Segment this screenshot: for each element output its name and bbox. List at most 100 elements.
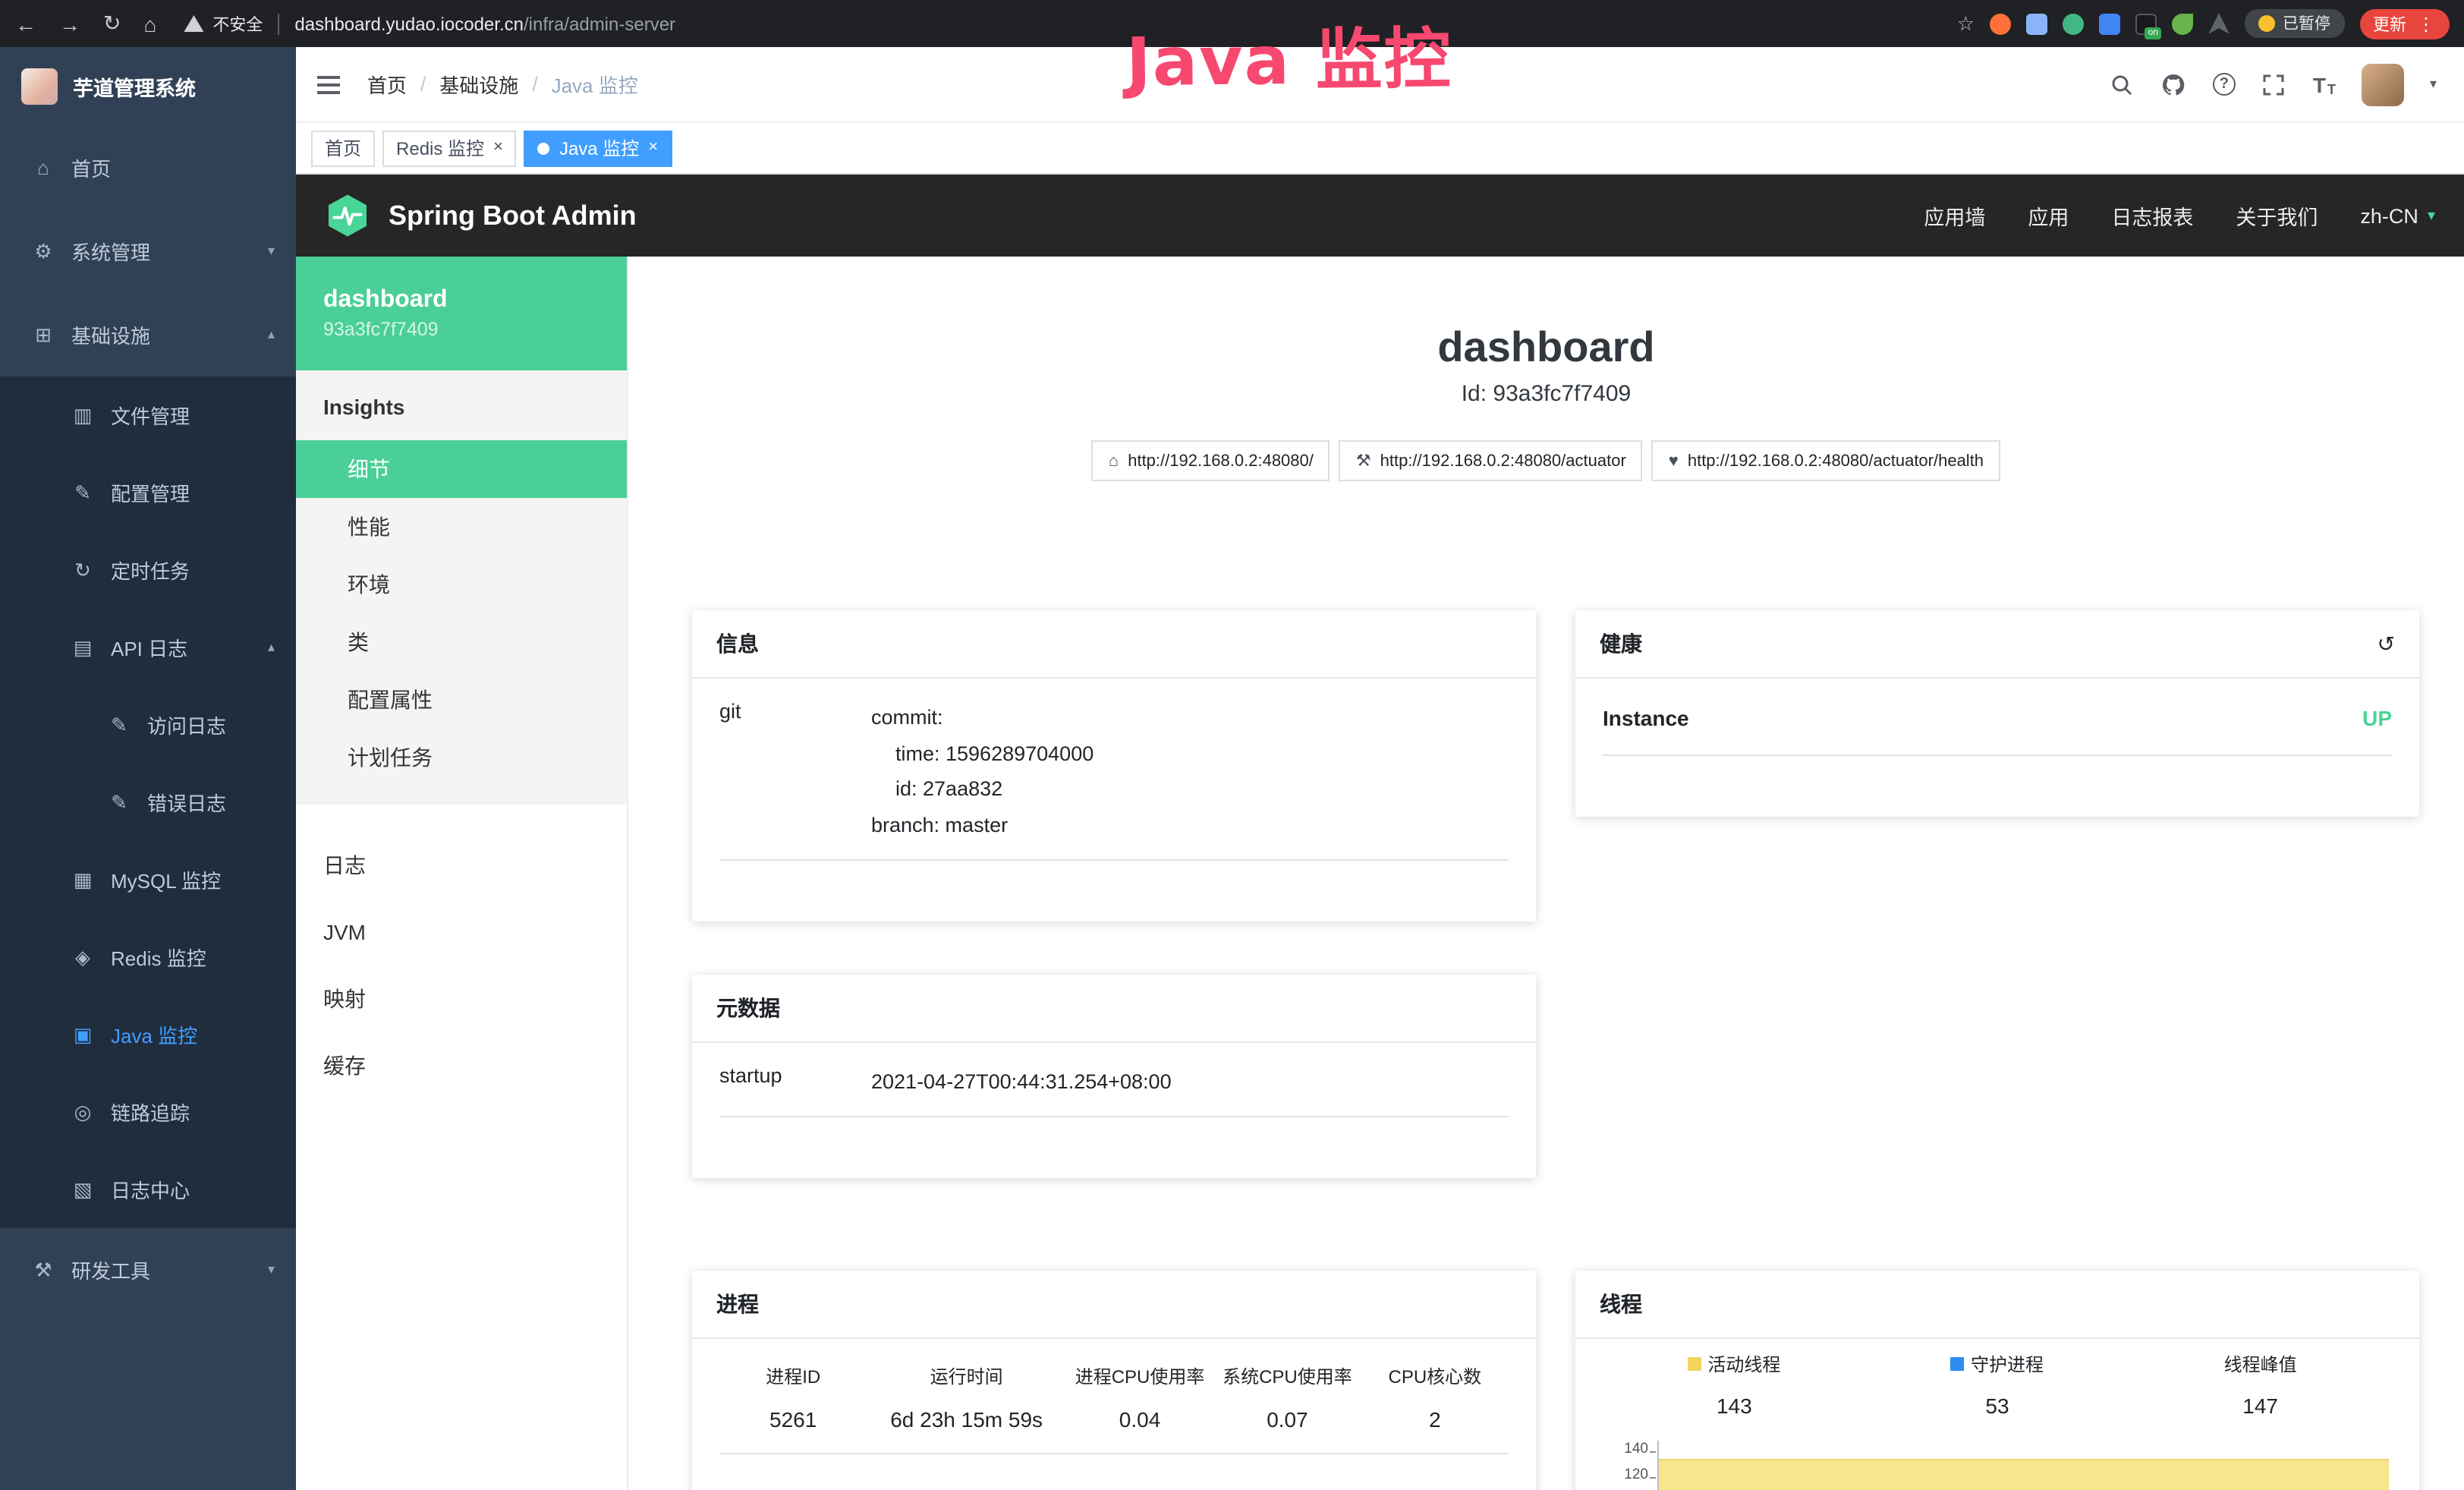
tab-redis-monitor[interactable]: Redis 监控 × <box>382 130 517 166</box>
extension-vue-icon[interactable] <box>2063 13 2084 34</box>
sba-nav-about[interactable]: 关于我们 <box>2236 200 2318 231</box>
legend-label: 守护进程 <box>1971 1351 2044 1377</box>
reload-icon[interactable]: ↻ <box>103 11 121 36</box>
sidebar-item-config-management[interactable]: ✎ 配置管理 <box>0 454 296 531</box>
browser-menu-icon[interactable]: ⋮ <box>2417 13 2435 34</box>
paused-badge[interactable]: 已暂停 <box>2245 9 2344 38</box>
tab-home[interactable]: 首页 <box>311 130 375 166</box>
sba-item-details[interactable]: 细节 <box>296 440 627 498</box>
sba-nav-journal[interactable]: 日志报表 <box>2111 200 2193 231</box>
sidebar-item-system-management[interactable]: ⚙ 系统管理 ▾ <box>0 209 296 293</box>
info-key: git <box>719 700 871 843</box>
sba-item-logfile[interactable]: 日志 <box>296 832 627 899</box>
breadcrumb-home[interactable]: 首页 <box>367 70 407 99</box>
sidebar-item-infrastructure[interactable]: ⊞ 基础设施 ▴ <box>0 293 296 376</box>
sba-nav-applications[interactable]: 应用 <box>2028 200 2069 231</box>
font-size-icon[interactable]: TT <box>2313 72 2336 96</box>
sidebar-item-trace[interactable]: ◎ 链路追踪 <box>0 1073 296 1151</box>
legend-label: 线程峰值 <box>2224 1351 2297 1377</box>
sidebar-item-file-management[interactable]: ▥ 文件管理 <box>0 376 296 454</box>
insights-label: Insights <box>296 370 627 440</box>
extension-grid-icon[interactable] <box>2099 13 2120 34</box>
sidebar-item-java-monitor[interactable]: ▣ Java 监控 <box>0 996 296 1073</box>
home-icon[interactable]: ⌂ <box>143 11 156 36</box>
home-icon: ⌂ <box>32 156 55 179</box>
sidebar-item-log-center[interactable]: ▧ 日志中心 <box>0 1151 296 1228</box>
extension-rocket-icon[interactable] <box>2208 13 2230 34</box>
yudao-sidebar: 芋道管理系统 ⌂ 首页 ⚙ 系统管理 ▾ ⊞ 基础设施 ▴ ▥ 文件管理 <box>0 47 296 1490</box>
sidebar-item-label: 日志中心 <box>111 1175 190 1204</box>
instance-id: 93a3fc7f7409 <box>323 319 599 340</box>
y-tick: 120 <box>1603 1466 1648 1490</box>
bookmark-star-icon[interactable]: ☆ <box>1957 11 1975 36</box>
metadata-key: startup <box>719 1064 871 1100</box>
extension-drop-icon[interactable] <box>2026 13 2047 34</box>
health-url-link[interactable]: ♥ http://192.168.0.2:48080/actuator/heal… <box>1652 440 2000 481</box>
paused-label: 已暂停 <box>2283 12 2330 35</box>
sba-content: dashboard Id: 93a3fc7f7409 ⌂ http://192.… <box>628 257 2464 1490</box>
sba-item-mappings[interactable]: 映射 <box>296 966 627 1032</box>
col-header: CPU核心数 <box>1361 1363 1509 1389</box>
status-badge: UP <box>2362 706 2392 730</box>
tab-label: Redis 监控 <box>396 135 484 161</box>
legend-swatch-yellow <box>1688 1357 1701 1371</box>
sidebar-item-scheduled-jobs[interactable]: ↻ 定时任务 <box>0 531 296 609</box>
history-icon[interactable]: ↺ <box>2377 631 2395 657</box>
sba-item-configprops[interactable]: 配置属性 <box>296 671 627 729</box>
breadcrumb-infrastructure[interactable]: 基础设施 <box>439 70 518 99</box>
close-icon[interactable]: × <box>493 140 503 156</box>
back-icon[interactable]: ← <box>15 11 36 36</box>
sidebar-item-api-log[interactable]: ▤ API 日志 ▴ <box>0 609 296 686</box>
breadcrumb: 首页 / 基础设施 / Java 监控 <box>367 70 638 99</box>
github-icon[interactable] <box>2161 71 2187 97</box>
fullscreen-icon[interactable] <box>2261 71 2287 97</box>
legend-value: 147 <box>2129 1394 2392 1418</box>
process-col-sys-cpu: 系统CPU使用率 0.07 <box>1213 1363 1361 1432</box>
sidebar-item-label: Java 监控 <box>111 1020 197 1049</box>
sba-item-environment[interactable]: 环境 <box>296 556 627 613</box>
avatar[interactable] <box>2362 63 2404 106</box>
sidebar-item-label: 文件管理 <box>111 401 190 430</box>
sba-nav-wallboard[interactable]: 应用墙 <box>1924 200 1985 231</box>
sidebar-item-dev-tools[interactable]: ⚒ 研发工具 ▾ <box>0 1228 296 1312</box>
extension-leaf-icon[interactable] <box>2172 13 2193 34</box>
hamburger-icon[interactable] <box>314 69 343 99</box>
sidebar-item-redis-monitor[interactable]: ◈ Redis 监控 <box>0 918 296 996</box>
sidebar-item-mysql-monitor[interactable]: ▦ MySQL 监控 <box>0 841 296 918</box>
sba-instance-header[interactable]: dashboard 93a3fc7f7409 <box>296 257 627 370</box>
actuator-url: http://192.168.0.2:48080/actuator <box>1380 452 1626 470</box>
extension-fox-icon[interactable] <box>1990 13 2011 34</box>
process-col-uptime: 运行时间 6d 23h 15m 59s <box>867 1363 1065 1432</box>
sidebar-item-label: 配置管理 <box>111 478 190 507</box>
app-title: 芋道管理系统 <box>73 71 196 102</box>
sidebar-item-access-log[interactable]: ✎ 访问日志 <box>0 686 296 764</box>
legend-value: 53 <box>1866 1394 2129 1418</box>
log-center-icon: ▧ <box>71 1177 94 1202</box>
sidebar-item-error-log[interactable]: ✎ 错误日志 <box>0 764 296 841</box>
update-label: 更新 <box>2373 11 2406 36</box>
card-title: 健康 <box>1600 628 1642 659</box>
sba-item-jvm[interactable]: JVM <box>296 899 627 966</box>
avatar-caret-icon[interactable]: ▾ <box>2430 76 2437 93</box>
forward-icon[interactable]: → <box>59 11 80 36</box>
sba-item-caches[interactable]: 缓存 <box>296 1032 627 1099</box>
close-icon[interactable]: × <box>648 140 658 156</box>
actuator-url-link[interactable]: ⚒ http://192.168.0.2:48080/actuator <box>1339 440 1643 481</box>
extension-switch-icon[interactable]: on <box>2135 13 2157 34</box>
address-bar[interactable]: dashboard.yudao.iocoder.cn/infra/admin-s… <box>294 13 675 34</box>
sba-item-metrics[interactable]: 性能 <box>296 498 627 556</box>
sba-item-classes[interactable]: 类 <box>296 613 627 671</box>
search-icon[interactable] <box>2110 71 2135 97</box>
legend-peak-threads: 线程峰值 147 <box>2129 1351 2392 1418</box>
sba-item-scheduled-tasks[interactable]: 计划任务 <box>296 729 627 786</box>
sba-locale-select[interactable]: zh-CN ▾ <box>2360 204 2435 227</box>
help-icon[interactable]: ? <box>2213 73 2236 96</box>
service-url-link[interactable]: ⌂ http://192.168.0.2:48080/ <box>1092 440 1330 481</box>
edit-icon: ✎ <box>71 480 94 505</box>
sba-brand[interactable]: Spring Boot Admin <box>389 200 637 232</box>
extension-on-badge: on <box>2145 27 2161 39</box>
update-button[interactable]: 更新 ⋮ <box>2359 8 2449 39</box>
sidebar-item-home[interactable]: ⌂ 首页 <box>0 126 296 209</box>
site-security[interactable]: 不安全 <box>184 11 263 36</box>
tab-java-monitor[interactable]: Java 监控 × <box>524 130 672 166</box>
